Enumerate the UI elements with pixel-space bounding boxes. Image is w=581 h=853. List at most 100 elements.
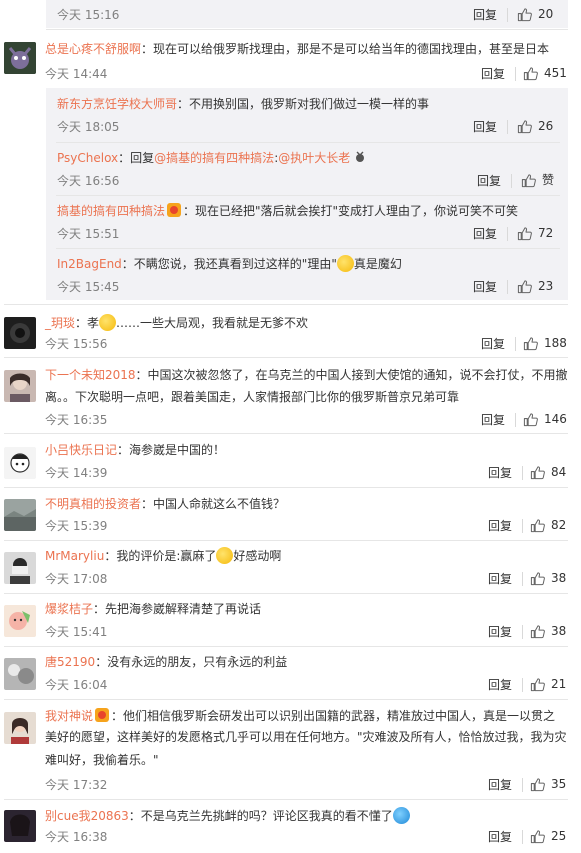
divider	[4, 540, 568, 541]
thumbs-up-icon	[523, 336, 538, 350]
divider	[507, 280, 508, 294]
like-count: 35	[551, 777, 567, 791]
comment-username[interactable]: 别cue我20863	[45, 809, 129, 823]
mention-link[interactable]: @搞基的搞有四种搞法	[154, 151, 274, 165]
comment-time: 今天 16:38	[45, 830, 108, 844]
like-button[interactable]: 23	[517, 278, 553, 294]
divider	[56, 195, 560, 196]
comment-time: 今天 14:39	[45, 466, 108, 480]
like-count: 25	[551, 829, 567, 843]
thumbs-up-icon	[523, 412, 538, 426]
comment-username[interactable]: 我对神说	[45, 709, 93, 723]
like-button[interactable]: 26	[517, 118, 553, 134]
reply-button[interactable]: 回复	[473, 226, 497, 242]
comment-text: 唐52190：没有永远的朋友，只有永远的利益	[45, 655, 288, 669]
thumbs-up-icon	[517, 226, 532, 240]
reply-button[interactable]: 回复	[488, 465, 512, 481]
reply-username[interactable]: In2BagEnd	[57, 257, 122, 271]
reply-button[interactable]: 回复	[488, 677, 512, 693]
comment-text: _玥琰：孝 ……一些大局观，我看就是无爹不欢	[45, 314, 309, 331]
reply-button[interactable]: 回复	[473, 7, 497, 23]
reply-time: 今天 16:56	[57, 174, 120, 188]
comment-time: 今天 16:35	[45, 413, 108, 427]
like-button[interactable]: 25	[530, 828, 566, 844]
reply-button[interactable]: 回复	[481, 336, 505, 352]
avatar[interactable]	[4, 499, 36, 531]
comment-username[interactable]: _玥琰	[45, 316, 75, 330]
avatar[interactable]	[4, 42, 36, 74]
avatar[interactable]	[4, 447, 36, 479]
comment-username[interactable]: 爆浆桔子	[45, 602, 93, 616]
like-button[interactable]: 451	[523, 65, 567, 81]
reply-button[interactable]: 回复	[488, 518, 512, 534]
avatar[interactable]	[4, 712, 36, 744]
reply-username[interactable]: 搞基的搞有四种搞法	[57, 204, 165, 218]
avatar[interactable]	[4, 552, 36, 584]
comment-username[interactable]: 小吕快乐日记	[45, 443, 117, 457]
reply-text: 新东方烹饪学校大师哥：不用换别国，俄罗斯对我们做过一模一样的事	[57, 97, 430, 111]
like-button[interactable]: 20	[517, 6, 553, 22]
reply-username[interactable]: 新东方烹饪学校大师哥	[57, 97, 177, 111]
divider	[4, 593, 568, 594]
divider	[522, 519, 523, 533]
thumbs-up-icon	[517, 279, 532, 293]
divider	[522, 778, 523, 792]
comment-username[interactable]: MrMaryliu	[45, 549, 104, 563]
like-button[interactable]: 84	[530, 464, 566, 480]
like-button[interactable]: 38	[530, 570, 566, 586]
divider	[515, 413, 516, 427]
avatar[interactable]	[4, 605, 36, 637]
dizzy-face-emoji-icon	[392, 807, 410, 824]
comment-time: 今天 14:44	[45, 67, 108, 81]
reply-button[interactable]: 回复	[481, 412, 505, 428]
comment-username[interactable]: 总是心疼不舒服啊	[45, 42, 141, 56]
comment-text-line2: 美好的愿望，这样美好的发愿格式几乎可以用在任何地方。"灾难波及所有人，恰恰放过我…	[45, 730, 567, 744]
reply-button[interactable]: 回复	[473, 279, 497, 295]
comment-time: 今天 15:16	[57, 8, 120, 22]
avatar[interactable]	[4, 317, 36, 349]
divider	[4, 487, 568, 488]
like-button[interactable]: 21	[530, 676, 566, 692]
mention-link[interactable]: @执叶大长老	[278, 151, 350, 165]
comment-text-line2: 离。。下次聪明一点吧，跟着美国走，人家情报部门比你的俄罗斯普京兄弟可靠	[45, 390, 460, 404]
like-count: 23	[538, 279, 554, 293]
crying-face-emoji-icon	[216, 547, 234, 564]
divider	[4, 304, 568, 305]
vip-badge-icon	[95, 708, 110, 722]
reply-button[interactable]: 回复	[488, 571, 512, 587]
reply-button[interactable]: 回复	[473, 119, 497, 135]
reply-button[interactable]: 回复	[477, 173, 501, 189]
like-button[interactable]: 82	[530, 517, 566, 533]
like-button[interactable]: 72	[517, 225, 553, 241]
comment-text: 下一个未知2018：中国这次被忽悠了，在乌克兰的中国人接到大使馆的通知，说不会打…	[45, 368, 568, 382]
like-count: 72	[538, 226, 554, 240]
thumbs-up-icon	[517, 7, 532, 21]
divider	[4, 799, 568, 800]
like-button[interactable]: 35	[530, 776, 566, 792]
avatar[interactable]	[4, 370, 36, 402]
comment-text: 不明真相的投资者：中国人命就这么不值钱？	[45, 497, 286, 511]
comment-time: 今天 17:32	[45, 778, 108, 792]
reply-button[interactable]: 回复	[488, 829, 512, 845]
reply-button[interactable]: 回复	[488, 777, 512, 793]
like-button[interactable]: 38	[530, 623, 566, 639]
comment-text: 小吕快乐日记：海参崴是中国的！	[45, 443, 226, 457]
like-button[interactable]: 146	[523, 411, 567, 427]
reply-button[interactable]: 回复	[488, 624, 512, 640]
comment-username[interactable]: 下一个未知2018	[45, 368, 136, 382]
like-button[interactable]: 188	[523, 335, 567, 351]
crying-face-emoji-icon	[336, 255, 354, 272]
comment-username[interactable]: 唐52190	[45, 655, 95, 669]
like-button[interactable]: 赞	[521, 172, 554, 188]
reply-button[interactable]: 回复	[481, 66, 505, 82]
reply-time: 今天 15:51	[57, 227, 120, 241]
divider	[515, 67, 516, 81]
comment-time: 今天 17:08	[45, 572, 108, 586]
divider	[4, 699, 568, 700]
reply-username[interactable]: PsyChelox	[57, 151, 118, 165]
divider	[4, 646, 568, 647]
comment-username[interactable]: 不明真相的投资者	[45, 497, 141, 511]
avatar[interactable]	[4, 810, 36, 842]
comment-text: 爆浆桔子：先把海参崴解释清楚了再说话	[45, 602, 262, 616]
avatar[interactable]	[4, 658, 36, 690]
